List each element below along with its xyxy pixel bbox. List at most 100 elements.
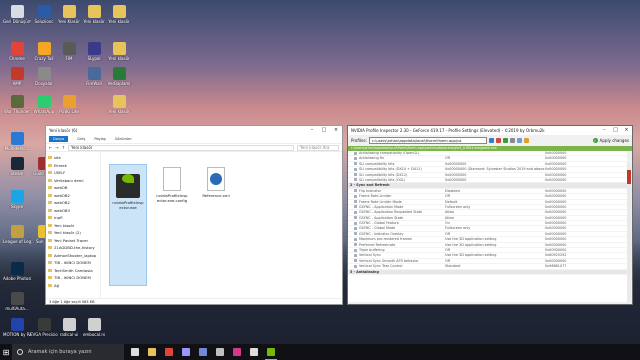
delete-icon[interactable] (495, 138, 501, 143)
settings-section-header[interactable]: 3 - Antialiasing (348, 269, 627, 275)
desktop-icon[interactable]: EVGA Precision (30, 318, 58, 337)
search-box[interactable]: Yeni klasör Ara (297, 144, 339, 151)
nav-item[interactable]: site (48, 154, 98, 162)
nav-item[interactable]: Ekmek (48, 162, 98, 170)
nav-item[interactable]: webOB2 (48, 199, 98, 207)
taskbar-app[interactable] (146, 344, 158, 360)
desktop-icon[interactable]: VerBaplami (105, 67, 133, 86)
settings-icon[interactable] (523, 138, 529, 143)
back-icon[interactable]: ← (49, 145, 52, 150)
taskbar-app[interactable] (231, 344, 243, 360)
desktop-icon[interactable]: Steam (3, 157, 31, 176)
start-button[interactable]: ⊞ (0, 344, 12, 360)
explorer-window[interactable]: Yeni klasör (6) – □ × Dosya Giriş Paylaş… (45, 125, 343, 305)
desktop-icon-label: Crazy Tail (34, 56, 54, 61)
tab-view[interactable]: Görünüm (115, 137, 132, 141)
desktop-icon[interactable]: Geri Dönüşüm (3, 5, 31, 24)
minimize-button[interactable]: – (306, 126, 318, 135)
taskbar-search[interactable]: Aramak için buraya yazın (12, 344, 124, 360)
scrollbar[interactable] (627, 162, 631, 302)
nav-item[interactable]: webOB3 (48, 207, 98, 215)
desktop-icon[interactable]: multiAuta... (3, 292, 31, 311)
nav-item[interactable]: Yeni klasör (2) (48, 229, 98, 237)
nav-item[interactable]: TechSmith Camtasia (48, 267, 98, 275)
nav-item[interactable]: Verilabanı demi (48, 177, 98, 185)
home-icon[interactable] (488, 138, 494, 143)
setting-name: SLI compatibility bits (OGL) (348, 178, 445, 182)
nav-item[interactable]: AdmonShooter_laptop (48, 252, 98, 260)
maximize-button[interactable]: □ (610, 126, 621, 135)
desktop-icon[interactable]: Skype (3, 190, 31, 209)
up-icon[interactable]: ↑ (62, 145, 65, 150)
maximize-button[interactable]: □ (318, 126, 330, 135)
tab-home[interactable]: Giriş (77, 137, 85, 141)
setting-hex: 0x00000000 (545, 226, 627, 230)
desktop-icon[interactable]: AMP (3, 67, 31, 86)
file-item[interactable]: nvidiaProfileInspector.exe (109, 164, 147, 286)
desktop-icon[interactable]: Adobe Photosh... (3, 262, 31, 281)
nav-item[interactable]: 21AGDBD-the-history (48, 244, 98, 252)
taskbar-app[interactable] (129, 344, 141, 360)
taskbar-app[interactable] (248, 344, 260, 360)
taskbar-app[interactable] (265, 344, 277, 360)
desktop-icon[interactable]: embocal.rs (80, 318, 108, 337)
tab-file[interactable]: Dosya (49, 136, 69, 142)
setting-icon (354, 167, 357, 171)
profile-inspector-window[interactable]: NVIDIA Profile Inspector 2.30 - GeForce … (347, 125, 633, 305)
nav-item[interactable]: Yeni klasör (48, 222, 98, 230)
desktop-icon[interactable]: Yeni klasör (105, 95, 133, 114)
add-icon[interactable] (502, 138, 508, 143)
nav-item[interactable]: mpfl (48, 214, 98, 222)
export-icon[interactable] (509, 138, 515, 143)
explorer-titlebar[interactable]: Yeni klasör (6) – □ × (46, 126, 342, 135)
apply-changes-button[interactable]: ✓ Apply changes (592, 138, 629, 143)
minimize-button[interactable]: – (599, 126, 610, 135)
address-bar[interactable]: Yeni klasör (68, 144, 294, 151)
nav-item[interactable]: USB-F (48, 169, 98, 177)
desktop-icon[interactable]: Dosyalar (30, 67, 58, 86)
desktop-icon[interactable]: League of Legends (3, 225, 31, 244)
nav-item[interactable]: webOB (48, 184, 98, 192)
scrollbar-thumb[interactable] (627, 170, 631, 184)
nav-item[interactable]: Yeni Packet Tracer (48, 237, 98, 245)
desktop-icon[interactable]: Crazy Tail (30, 42, 58, 61)
desktop-icon[interactable]: Yeni klasör (105, 42, 133, 61)
nav-item[interactable]: TIB - IKINCI DONEM (48, 274, 98, 282)
forward-icon[interactable]: → (55, 145, 58, 150)
nav-item-label: USB-F (54, 170, 66, 175)
close-button[interactable]: × (330, 126, 342, 135)
desktop-icon[interactable]: WhatsApp (30, 95, 58, 114)
desktop-icon[interactable]: FireWall (80, 67, 108, 86)
setting-hex-text: 0x00000000 (545, 226, 567, 231)
desktop-icon[interactable]: Yeni Klasör (55, 5, 83, 24)
desktop-icon[interactable]: Yeni klasör (105, 5, 133, 24)
inspector-titlebar[interactable]: NVIDIA Profile Inspector 2.30 - GeForce … (348, 126, 632, 135)
desktop-icon[interactable]: SLypol (80, 42, 108, 61)
close-button[interactable]: × (621, 126, 632, 135)
profile-dropdown[interactable]: c:\users\orhan\appdata\local\fivem\fivem… (368, 137, 487, 144)
setting-hex-text: 0x00000000 (545, 221, 567, 226)
taskbar-app[interactable] (163, 344, 175, 360)
desktop-icon[interactable]: radical-ui (55, 318, 83, 337)
nav-item[interactable]: TIB - IKINCI DONEM (48, 259, 98, 267)
file-item[interactable]: Reference.xml (197, 164, 235, 286)
desktop-icon[interactable]: Soluzionc (30, 5, 58, 24)
taskbar-app[interactable] (180, 344, 192, 360)
nav-item[interactable]: Ağ (48, 282, 98, 290)
taskbar-app[interactable] (214, 344, 226, 360)
desktop-icon[interactable]: Multidesto... (3, 132, 31, 151)
import-icon[interactable] (516, 138, 522, 143)
desktop-icon[interactable]: MOTION by RADICAL (3, 318, 31, 337)
desktop-icon[interactable]: Chrome (3, 42, 31, 61)
desktop-icon[interactable]: Yeni klasör (80, 5, 108, 24)
desktop-icon[interactable]: War Thunder (3, 95, 31, 114)
nav-item[interactable]: webOB2 (48, 192, 98, 200)
desktop-icon[interactable]: FIM (55, 42, 83, 61)
taskbar-app[interactable] (197, 344, 209, 360)
setting-icon (354, 259, 357, 263)
file-item[interactable]: nvidiaProfileInspector.exe.config (153, 164, 191, 286)
tab-share[interactable]: Paylaş (94, 137, 105, 141)
desktop-icon[interactable]: PUBG Lite (55, 95, 83, 114)
ribbon-tabs: Dosya Giriş Paylaş Görünüm (46, 135, 342, 143)
folder-icon (48, 208, 52, 212)
